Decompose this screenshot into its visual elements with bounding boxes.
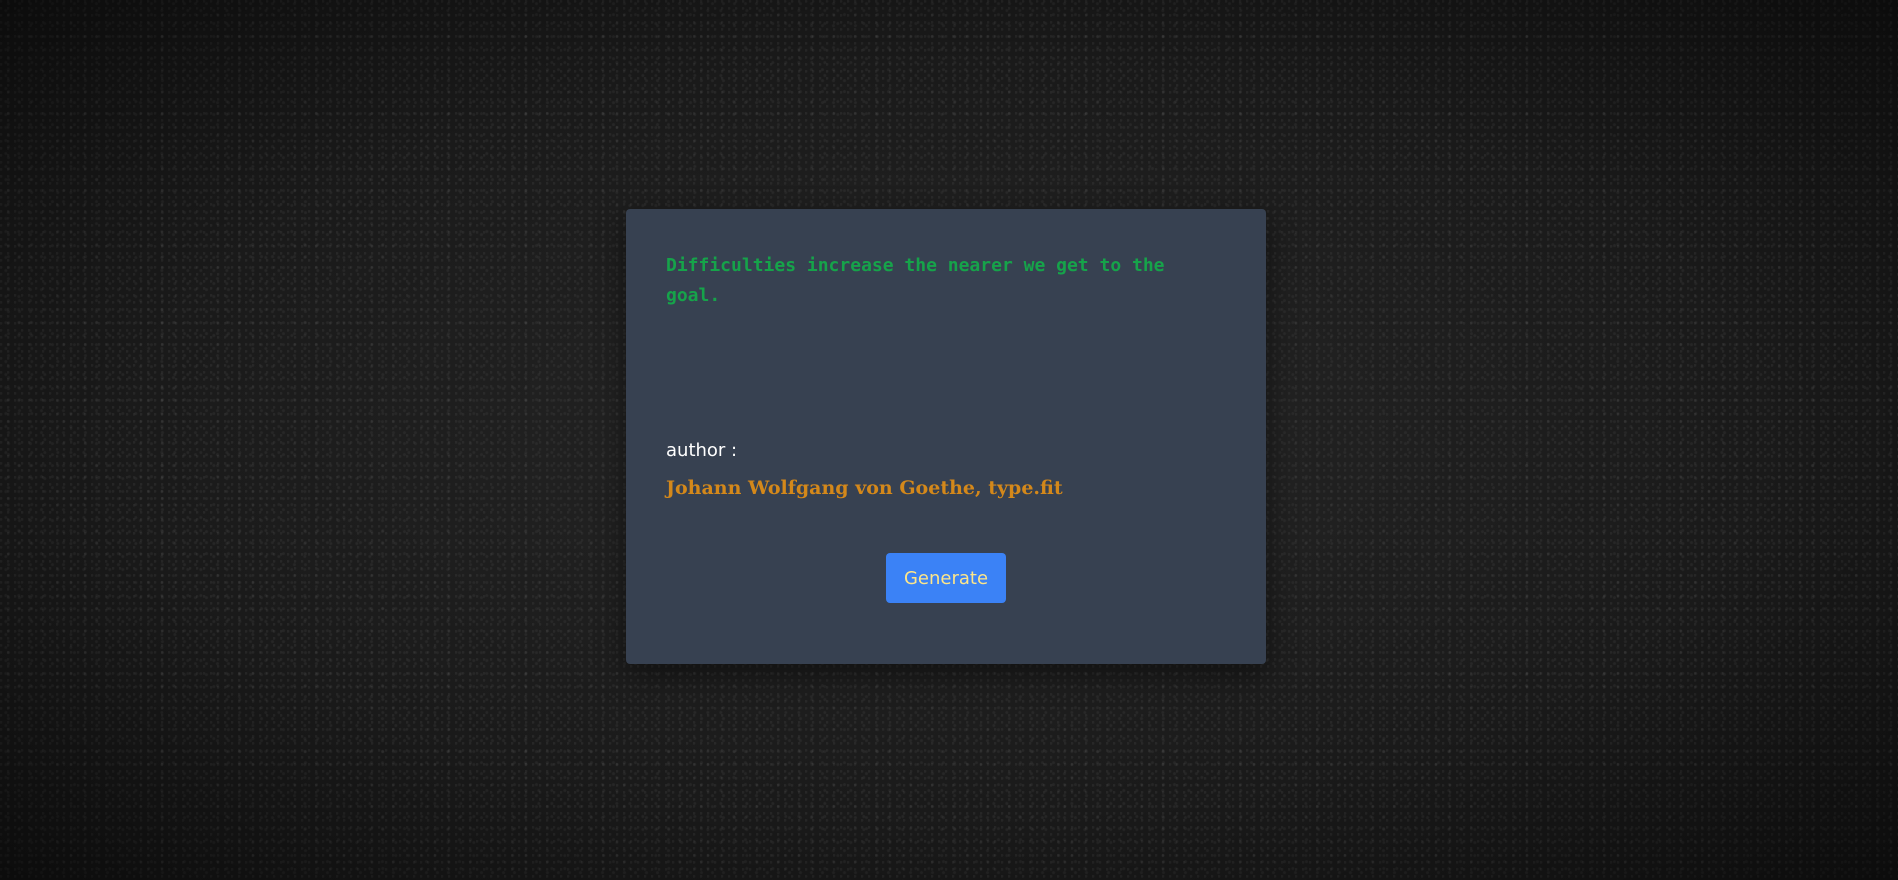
author-label: author : <box>666 440 738 461</box>
quote-card: Difficulties increase the nearer we get … <box>626 209 1266 664</box>
author-name: Johann Wolfgang von Goethe, type.fit <box>666 477 1063 499</box>
quote-text: Difficulties increase the nearer we get … <box>666 255 1165 306</box>
button-row: Generate <box>626 553 1266 603</box>
generate-button[interactable]: Generate <box>886 553 1006 603</box>
